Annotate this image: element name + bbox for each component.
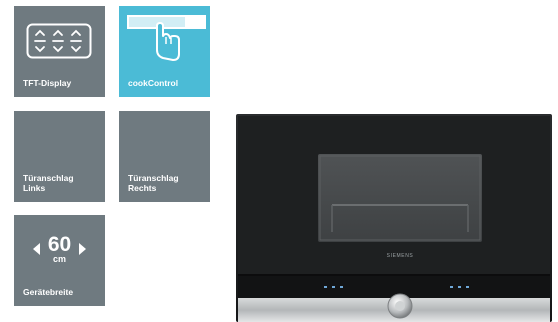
width-indicator: 60 cm (14, 233, 105, 264)
brand-logo: SIEMENS (387, 253, 414, 259)
touch-control-icon (127, 15, 206, 61)
feature-tile-door-hinge-right[interactable]: Türanschlag Rechts (119, 111, 210, 202)
arrow-right-icon (79, 243, 86, 255)
tile-label: Türanschlag Rechts (128, 173, 179, 193)
tile-label: cookControl (128, 78, 179, 88)
width-unit: cm (52, 254, 66, 264)
feature-tile-appliance-width[interactable]: 60 cm Gerätebreite (14, 215, 105, 306)
feature-tile-tft-display[interactable]: TFT-Display (14, 6, 105, 97)
feature-tile-cookcontrol[interactable]: cookControl (119, 6, 210, 97)
tft-display-icon (26, 23, 92, 59)
product-image: SIEMENS (236, 114, 552, 322)
tile-label: TFT-Display (23, 78, 72, 88)
tile-label: Türanschlag Links (23, 173, 74, 193)
tile-label: Gerätebreite (23, 287, 74, 297)
feature-tile-door-hinge-left[interactable]: Türanschlag Links (14, 111, 105, 202)
width-value: 60 (47, 233, 72, 256)
